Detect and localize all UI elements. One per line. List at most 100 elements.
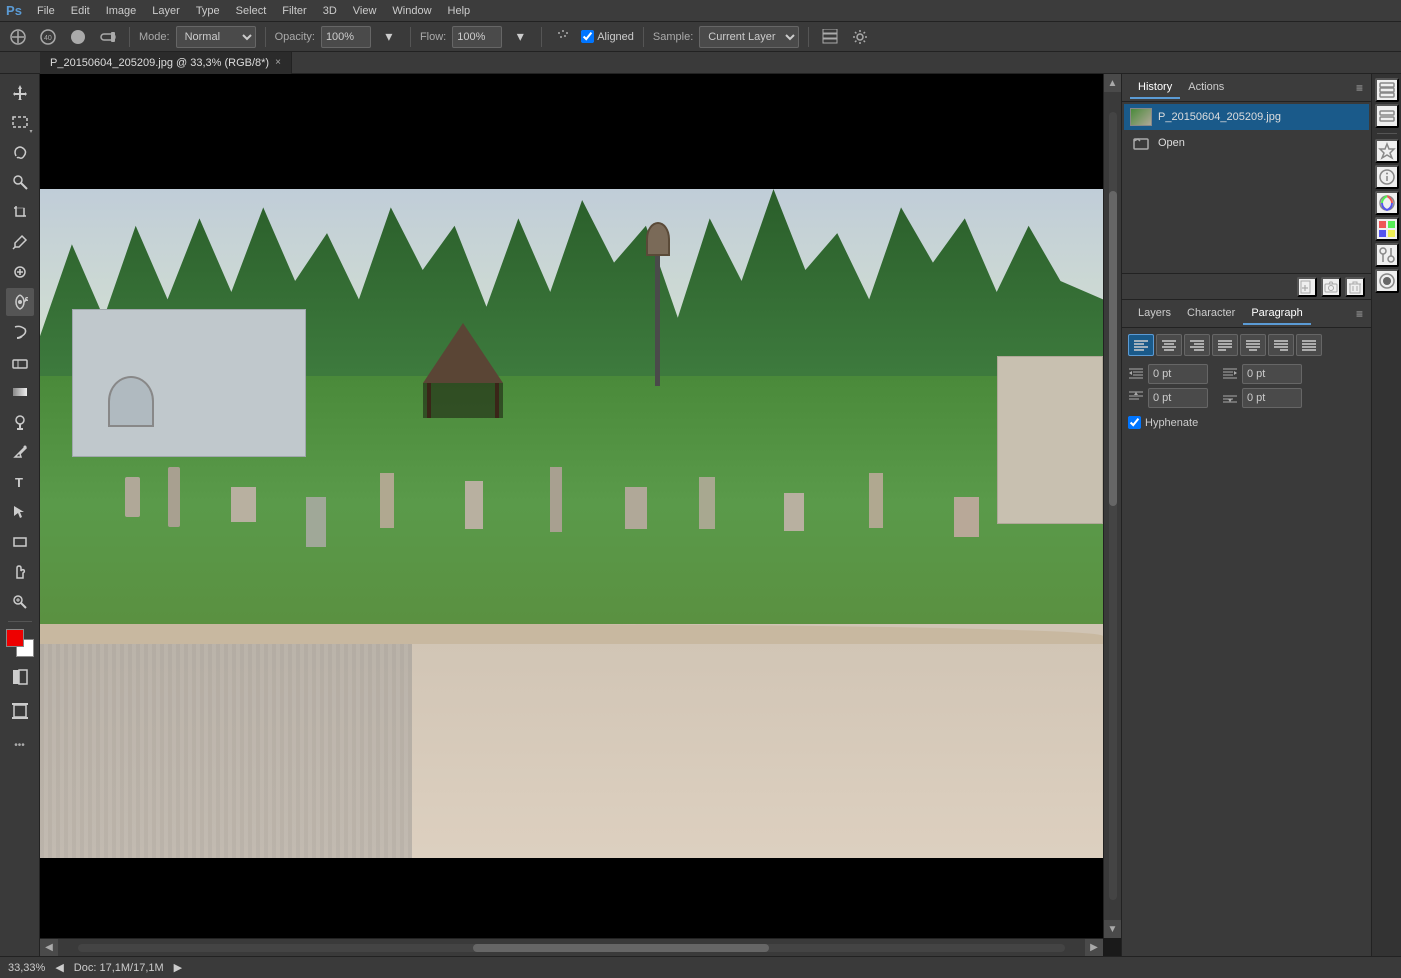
- layers-panel-content: Hyphenate: [1122, 328, 1371, 956]
- quick-select-btn[interactable]: [6, 168, 34, 196]
- brush-size-btn[interactable]: 40: [36, 25, 60, 49]
- camera-snapshot-btn[interactable]: [1321, 277, 1341, 297]
- settings-btn[interactable]: [848, 25, 872, 49]
- create-document-btn[interactable]: [1297, 277, 1317, 297]
- lasso-tool-btn[interactable]: [6, 138, 34, 166]
- swatches-btn[interactable]: [1375, 217, 1399, 241]
- aligned-checkbox[interactable]: [581, 30, 594, 43]
- flow-input[interactable]: [452, 26, 502, 48]
- status-nav-left[interactable]: ◀: [55, 961, 63, 974]
- menu-filter[interactable]: Filter: [275, 3, 313, 19]
- navigator-btn[interactable]: [1375, 139, 1399, 163]
- menu-edit[interactable]: Edit: [64, 3, 97, 19]
- layers-panel-menu[interactable]: ≡: [1356, 307, 1363, 321]
- toolbar-sep-5: [643, 27, 644, 47]
- menu-select[interactable]: Select: [229, 3, 274, 19]
- sample-select[interactable]: Current Layer: [699, 26, 799, 48]
- indent-right-input[interactable]: [1242, 364, 1302, 384]
- sample-all-layers-btn[interactable]: [818, 25, 842, 49]
- align-right-btn[interactable]: [1184, 334, 1210, 356]
- menu-layer[interactable]: Layer: [145, 3, 187, 19]
- move-tool-btn[interactable]: [6, 78, 34, 106]
- scroll-up-btn[interactable]: ▲: [1104, 74, 1122, 92]
- space-after-input[interactable]: [1242, 388, 1302, 408]
- justify-right-btn[interactable]: [1268, 334, 1294, 356]
- canvas-photo-wrap[interactable]: [40, 189, 1103, 858]
- justify-center-btn[interactable]: [1240, 334, 1266, 356]
- quick-mask-btn[interactable]: [6, 663, 34, 691]
- justify-all-btn[interactable]: [1296, 334, 1322, 356]
- menu-file[interactable]: File: [30, 3, 62, 19]
- marquee-tool-btn[interactable]: ▾: [6, 108, 34, 136]
- opacity-input[interactable]: [321, 26, 371, 48]
- heal-spot-btn[interactable]: [6, 258, 34, 286]
- flow-arrow-btn[interactable]: ▾: [508, 25, 532, 49]
- indent-left-input[interactable]: [1148, 364, 1208, 384]
- swatches-icon: [1378, 220, 1396, 238]
- zoom-icon: [12, 594, 28, 610]
- history-panel-menu[interactable]: ≡: [1356, 81, 1363, 95]
- align-center-btn[interactable]: [1156, 334, 1182, 356]
- color-swatches[interactable]: [6, 629, 34, 657]
- styles-btn[interactable]: [1375, 269, 1399, 293]
- gradient-btn[interactable]: [6, 378, 34, 406]
- hyphenate-checkbox[interactable]: [1128, 416, 1141, 429]
- eyedropper-btn[interactable]: [6, 228, 34, 256]
- pen-tool-btn[interactable]: [6, 438, 34, 466]
- delete-history-btn[interactable]: [1345, 277, 1365, 297]
- document-tab[interactable]: P_20150604_205209.jpg @ 33,3% (RGB/8*) ×: [40, 52, 292, 74]
- shape-tool-btn[interactable]: [6, 528, 34, 556]
- brush-hardness-btn[interactable]: [66, 25, 90, 49]
- paragraph-tab[interactable]: Paragraph: [1243, 303, 1310, 325]
- hand-tool-btn[interactable]: [6, 558, 34, 586]
- channels-icon: [1378, 81, 1396, 99]
- horizontal-scrollbar[interactable]: ◀ ▶: [40, 938, 1103, 956]
- channels-btn[interactable]: [1375, 78, 1399, 102]
- more-tools-btn[interactable]: •••: [6, 731, 34, 759]
- opacity-arrow-btn[interactable]: ▾: [377, 25, 401, 49]
- text-tool-icon: T: [12, 474, 28, 490]
- screen-mode-btn[interactable]: [6, 697, 34, 725]
- scroll-down-btn[interactable]: ▼: [1104, 920, 1122, 938]
- scroll-right-btn[interactable]: ▶: [1085, 939, 1103, 957]
- dodge-btn[interactable]: [6, 408, 34, 436]
- menu-image[interactable]: Image: [99, 3, 144, 19]
- tool-preset-btn[interactable]: [6, 25, 30, 49]
- scroll-left-btn[interactable]: ◀: [40, 939, 58, 957]
- spray-btn[interactable]: [551, 25, 575, 49]
- menu-type[interactable]: Type: [189, 3, 227, 19]
- history-item-1[interactable]: Open: [1124, 130, 1369, 156]
- mode-select[interactable]: Normal: [176, 26, 256, 48]
- toggle-airbrush-btn[interactable]: [96, 25, 120, 49]
- menu-view[interactable]: View: [346, 3, 384, 19]
- scrollbar-thumb-horizontal[interactable]: [473, 944, 769, 952]
- history-tab[interactable]: History: [1130, 77, 1180, 99]
- clone-stamp-icon: [12, 294, 28, 310]
- eraser-btn[interactable]: [6, 348, 34, 376]
- path-select-btn[interactable]: [6, 498, 34, 526]
- info-btn[interactable]: [1375, 165, 1399, 189]
- layers-tab[interactable]: Layers: [1130, 303, 1179, 325]
- menu-window[interactable]: Window: [385, 3, 438, 19]
- layers-icon-btn[interactable]: [1375, 104, 1399, 128]
- scrollbar-thumb-vertical[interactable]: [1109, 191, 1117, 506]
- character-tab[interactable]: Character: [1179, 303, 1243, 325]
- text-tool-btn[interactable]: T: [6, 468, 34, 496]
- status-nav-right[interactable]: ▶: [174, 961, 182, 974]
- space-before-input[interactable]: [1148, 388, 1208, 408]
- zoom-tool-btn[interactable]: [6, 588, 34, 616]
- color-btn[interactable]: [1375, 191, 1399, 215]
- history-brush-btn[interactable]: [6, 318, 34, 346]
- menu-help[interactable]: Help: [441, 3, 478, 19]
- vertical-scrollbar[interactable]: ▲ ▼: [1103, 74, 1121, 938]
- tab-close-btn[interactable]: ×: [275, 57, 281, 68]
- align-left-btn[interactable]: [1128, 334, 1154, 356]
- actions-tab[interactable]: Actions: [1180, 77, 1232, 99]
- menu-3d[interactable]: 3D: [316, 3, 344, 19]
- crop-tool-btn[interactable]: [6, 198, 34, 226]
- adjustments-btn[interactable]: [1375, 243, 1399, 267]
- foreground-color-swatch[interactable]: [6, 629, 24, 647]
- clone-stamp-btn[interactable]: [6, 288, 34, 316]
- justify-left-btn[interactable]: [1212, 334, 1238, 356]
- history-item-0[interactable]: P_20150604_205209.jpg: [1124, 104, 1369, 130]
